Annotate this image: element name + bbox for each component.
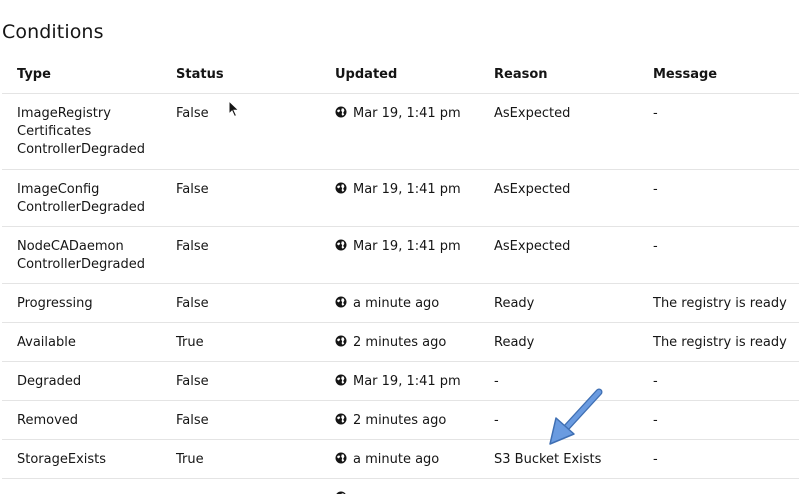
cell-message: -: [638, 361, 799, 401]
timestamp-text: a minute ago: [353, 452, 440, 467]
table-row-partial: [2, 478, 799, 494]
column-header-message[interactable]: Message: [638, 55, 799, 94]
cell-type: ImageConfig ControllerDegraded: [2, 169, 161, 227]
cell-reason: AsExpected: [479, 169, 638, 227]
globe-icon: [335, 374, 347, 386]
timestamp-text: Mar 19, 1:41 pm: [353, 106, 461, 121]
mouse-cursor-icon: [228, 100, 240, 118]
cell-message: The registry is ready: [638, 322, 799, 362]
cell-reason: Ready: [479, 283, 638, 323]
cell-status: False: [161, 226, 320, 284]
type-text-line: ControllerDegraded: [17, 142, 146, 157]
cell-type: StorageExists: [2, 439, 161, 479]
table-row: Progressing False a minute ago Ready The reg…: [2, 283, 799, 323]
cell-message: -: [638, 169, 799, 227]
cell-updated: Mar 19, 1:41 pm: [320, 93, 479, 170]
timestamp-text: 2 minutes ago: [353, 335, 447, 350]
cell-type: NodeCADaemon ControllerDegraded: [2, 226, 161, 284]
globe-icon: [335, 182, 347, 194]
table-row: ImageConfig ControllerDegraded False Mar 19…: [2, 169, 799, 227]
cell-type: Available: [2, 322, 161, 362]
cell-type: Progressing: [2, 283, 161, 323]
type-text-line: Certificates: [17, 124, 92, 139]
table-row: ImageRegistry Certificates ControllerDegra…: [2, 93, 799, 170]
cell-message: -: [638, 439, 799, 479]
type-text-line: ControllerDegraded: [17, 200, 146, 215]
cell-status: False: [161, 361, 320, 401]
cell-status: False: [161, 400, 320, 440]
arrow-annotation-icon: [549, 388, 603, 445]
cell-type: Removed: [2, 400, 161, 440]
globe-icon: [335, 296, 347, 308]
cell-status: True: [161, 322, 320, 362]
table-row: Available True 2 minutes ago Ready The regis…: [2, 322, 799, 362]
table-row: StorageExists True a minute ago S3 Bucket E…: [2, 439, 799, 479]
type-text-line: Degraded: [17, 374, 82, 389]
section-title: Conditions: [2, 21, 104, 43]
cell-updated: a minute ago: [320, 439, 479, 479]
cell-message: -: [638, 226, 799, 284]
column-header-type[interactable]: Type: [2, 55, 161, 94]
type-text-line: StorageExists: [17, 452, 107, 467]
cell-updated: 2 minutes ago: [320, 400, 479, 440]
cell-updated: 2 minutes ago: [320, 322, 479, 362]
timestamp-text: Mar 19, 1:41 pm: [353, 239, 461, 254]
cell-type: ImageRegistry Certificates ControllerDegra…: [2, 93, 161, 170]
cell-updated: Mar 19, 1:41 pm: [320, 169, 479, 227]
cell-status: False: [161, 169, 320, 227]
type-text-line: ImageRegistry: [17, 106, 111, 121]
table-row: Removed False 2 minutes ago - -: [2, 400, 799, 440]
timestamp-text: 2 minutes ago: [353, 413, 447, 428]
cell-status: True: [161, 439, 320, 479]
conditions-page: Conditions Type Status Updated Reason Me…: [0, 0, 799, 494]
cell-type: Degraded: [2, 361, 161, 401]
globe-icon: [335, 106, 347, 118]
timestamp-text: a minute ago: [353, 296, 440, 311]
type-text-line: Progressing: [17, 296, 93, 311]
timestamp-text: Mar 19, 1:41 pm: [353, 182, 461, 197]
cell-reason: AsExpected: [479, 93, 638, 170]
globe-icon: [335, 452, 347, 464]
cell-message: -: [638, 400, 799, 440]
column-header-updated[interactable]: Updated: [320, 55, 479, 94]
cell-status: False: [161, 93, 320, 170]
type-text-line: ImageConfig: [17, 182, 100, 197]
globe-icon: [335, 239, 347, 251]
type-text-line: ControllerDegraded: [17, 257, 146, 272]
globe-icon: [335, 335, 347, 347]
timestamp-text: Mar 19, 1:41 pm: [353, 374, 461, 389]
type-text-line: NodeCADaemon: [17, 239, 124, 254]
column-header-status[interactable]: Status: [161, 55, 320, 94]
type-text-line: Available: [17, 335, 76, 350]
conditions-table-body: ImageRegistry Certificates ControllerDegra…: [2, 93, 799, 494]
cell-updated: a minute ago: [320, 283, 479, 323]
cell-updated: Mar 19, 1:41 pm: [320, 226, 479, 284]
conditions-table: Type Status Updated Reason Message Image…: [2, 55, 799, 494]
table-row: NodeCADaemon ControllerDegraded False Mar 1…: [2, 226, 799, 284]
table-header-row: Type Status Updated Reason Message: [2, 55, 799, 94]
cell-updated: Mar 19, 1:41 pm: [320, 361, 479, 401]
column-header-reason[interactable]: Reason: [479, 55, 638, 94]
globe-icon: [335, 413, 347, 425]
cell-status: False: [161, 283, 320, 323]
cell-message: -: [638, 93, 799, 170]
cell-reason: Ready: [479, 322, 638, 362]
type-text-line: Removed: [17, 413, 79, 428]
cell-reason: AsExpected: [479, 226, 638, 284]
cell-message: The registry is ready: [638, 283, 799, 323]
table-row: Degraded False Mar 19, 1:41 pm - -: [2, 361, 799, 401]
